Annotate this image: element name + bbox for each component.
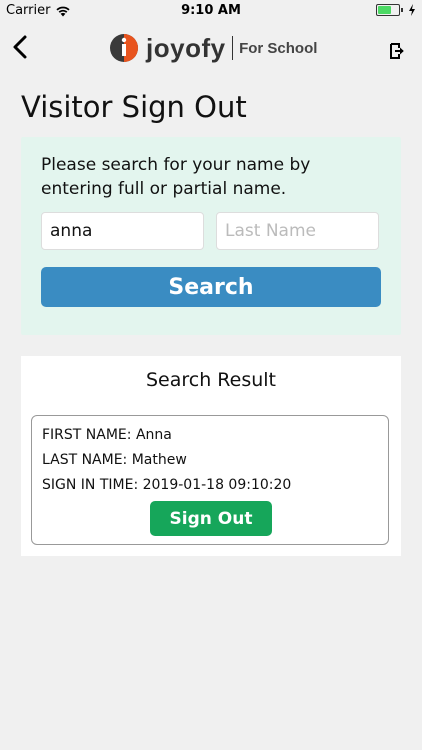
status-time: 9:10 AM: [181, 3, 241, 18]
search-instructions: Please search for your name by entering …: [41, 155, 311, 199]
first-name-input[interactable]: [41, 212, 204, 250]
status-bar: Carrier 9:10 AM: [0, 0, 422, 22]
back-button[interactable]: [8, 30, 38, 64]
result-first-name: FIRST NAME: Anna: [42, 427, 172, 443]
sign-out-button[interactable]: Sign Out: [150, 501, 272, 536]
result-panel: Search Result FIRST NAME: Anna LAST NAME…: [21, 356, 401, 556]
charging-icon: [409, 4, 415, 16]
battery-icon: [376, 4, 403, 16]
status-right: [376, 4, 416, 16]
logo-divider: [231, 36, 234, 60]
search-panel: Please search for your name by entering …: [21, 137, 401, 335]
search-button[interactable]: Search: [41, 267, 381, 307]
result-last-name: LAST NAME: Mathew: [42, 452, 187, 468]
nav-bar: joyofy For School: [0, 22, 422, 78]
result-card: FIRST NAME: Anna LAST NAME: Mathew SIGN …: [31, 415, 389, 545]
result-heading: Search Result: [145, 369, 277, 391]
logo-mark-icon: [108, 32, 140, 64]
result-sign-in-time: SIGN IN TIME: 2019-01-18 09:10:20: [42, 477, 292, 493]
app-logo: joyofy For School: [108, 28, 317, 68]
nav-sign-out-button[interactable]: [388, 42, 406, 60]
last-name-input[interactable]: [216, 212, 379, 250]
logo-subtitle: For School: [239, 39, 318, 57]
page-title: Visitor Sign Out: [21, 90, 247, 124]
sign-out-icon: [390, 43, 404, 59]
logo-text: joyofy: [146, 32, 226, 63]
chevron-left-icon: [13, 35, 27, 59]
